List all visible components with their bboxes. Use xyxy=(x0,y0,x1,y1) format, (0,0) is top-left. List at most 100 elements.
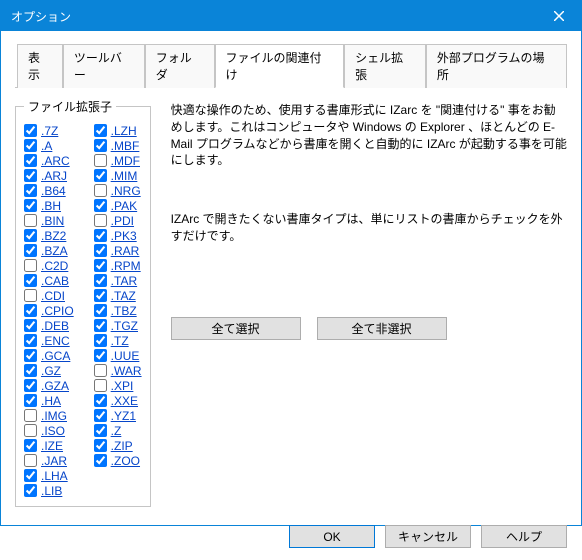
extension-item[interactable]: .LZH xyxy=(94,123,142,138)
extension-checkbox[interactable] xyxy=(24,229,37,242)
extension-checkbox[interactable] xyxy=(24,244,37,257)
extension-item[interactable]: .RAR xyxy=(94,243,142,258)
extension-item[interactable]: .JAR xyxy=(24,453,74,468)
extension-item[interactable]: .7Z xyxy=(24,123,74,138)
extension-checkbox[interactable] xyxy=(94,214,107,227)
extension-checkbox[interactable] xyxy=(94,334,107,347)
extension-checkbox[interactable] xyxy=(94,184,107,197)
close-button[interactable] xyxy=(536,1,581,31)
extension-checkbox[interactable] xyxy=(24,439,37,452)
extension-checkbox[interactable] xyxy=(24,289,37,302)
extension-checkbox[interactable] xyxy=(24,379,37,392)
help-button[interactable]: ヘルプ xyxy=(481,525,567,548)
extension-checkbox[interactable] xyxy=(24,154,37,167)
extension-checkbox[interactable] xyxy=(24,469,37,482)
extension-checkbox[interactable] xyxy=(94,409,107,422)
tab-toolbar[interactable]: ツールバー xyxy=(63,44,145,88)
extension-item[interactable]: .TAR xyxy=(94,273,142,288)
ok-button[interactable]: OK xyxy=(289,525,375,548)
extension-checkbox[interactable] xyxy=(94,229,107,242)
tab-shell-extension[interactable]: シェル拡張 xyxy=(344,44,426,88)
extension-item[interactable]: .GCA xyxy=(24,348,74,363)
extension-checkbox[interactable] xyxy=(24,259,37,272)
extension-checkbox[interactable] xyxy=(24,184,37,197)
extension-checkbox[interactable] xyxy=(24,214,37,227)
extension-item[interactable]: .MIM xyxy=(94,168,142,183)
extension-item[interactable]: .BZ2 xyxy=(24,228,74,243)
extension-checkbox[interactable] xyxy=(94,154,107,167)
extension-checkbox[interactable] xyxy=(94,259,107,272)
extension-item[interactable]: .LHA xyxy=(24,468,74,483)
tab-external-programs[interactable]: 外部プログラムの場所 xyxy=(426,44,567,88)
extension-item[interactable]: .PAK xyxy=(94,198,142,213)
extension-checkbox[interactable] xyxy=(24,364,37,377)
extension-checkbox[interactable] xyxy=(24,304,37,317)
extension-item[interactable]: .NRG xyxy=(94,183,142,198)
extension-item[interactable]: .BZA xyxy=(24,243,74,258)
extension-checkbox[interactable] xyxy=(94,124,107,137)
extension-checkbox[interactable] xyxy=(24,394,37,407)
extension-item[interactable]: .TZ xyxy=(94,333,142,348)
extension-item[interactable]: .MBF xyxy=(94,138,142,153)
tab-file-associations[interactable]: ファイルの関連付け xyxy=(215,44,345,88)
extension-item[interactable]: .TGZ xyxy=(94,318,142,333)
extension-item[interactable]: .ARJ xyxy=(24,168,74,183)
extension-item[interactable]: .IZE xyxy=(24,438,74,453)
extension-item[interactable]: .CAB xyxy=(24,273,74,288)
extension-checkbox[interactable] xyxy=(94,289,107,302)
select-all-button[interactable]: 全て選択 xyxy=(171,317,301,340)
extension-item[interactable]: .PK3 xyxy=(94,228,142,243)
extension-checkbox[interactable] xyxy=(94,304,107,317)
extension-checkbox[interactable] xyxy=(94,424,107,437)
extension-checkbox[interactable] xyxy=(94,439,107,452)
tab-display[interactable]: 表示 xyxy=(17,44,63,88)
deselect-all-button[interactable]: 全て非選択 xyxy=(317,317,447,340)
extension-item[interactable]: .PDI xyxy=(94,213,142,228)
extension-checkbox[interactable] xyxy=(24,424,37,437)
extension-checkbox[interactable] xyxy=(24,139,37,152)
extension-item[interactable]: .IMG xyxy=(24,408,74,423)
extension-item[interactable]: .CDI xyxy=(24,288,74,303)
extension-item[interactable]: .UUE xyxy=(94,348,142,363)
extension-checkbox[interactable] xyxy=(94,454,107,467)
extension-checkbox[interactable] xyxy=(94,319,107,332)
extension-item[interactable]: .GZA xyxy=(24,378,74,393)
extension-item[interactable]: .Z xyxy=(94,423,142,438)
extension-checkbox[interactable] xyxy=(94,139,107,152)
extension-item[interactable]: .ARC xyxy=(24,153,74,168)
extension-checkbox[interactable] xyxy=(94,364,107,377)
extension-item[interactable]: .ZIP xyxy=(94,438,142,453)
extension-checkbox[interactable] xyxy=(94,349,107,362)
extension-checkbox[interactable] xyxy=(94,274,107,287)
extension-item[interactable]: .RPM xyxy=(94,258,142,273)
extension-checkbox[interactable] xyxy=(94,394,107,407)
extension-checkbox[interactable] xyxy=(24,124,37,137)
extension-item[interactable]: .YZ1 xyxy=(94,408,142,423)
extension-item[interactable]: .BIN xyxy=(24,213,74,228)
extension-checkbox[interactable] xyxy=(24,199,37,212)
extension-item[interactable]: .TAZ xyxy=(94,288,142,303)
extension-checkbox[interactable] xyxy=(94,244,107,257)
cancel-button[interactable]: キャンセル xyxy=(385,525,471,548)
extension-item[interactable]: .CPIO xyxy=(24,303,74,318)
extension-item[interactable]: .LIB xyxy=(24,483,74,498)
extension-item[interactable]: .C2D xyxy=(24,258,74,273)
extension-item[interactable]: .WAR xyxy=(94,363,142,378)
extension-item[interactable]: .B64 xyxy=(24,183,74,198)
extension-checkbox[interactable] xyxy=(24,334,37,347)
extension-checkbox[interactable] xyxy=(24,319,37,332)
extension-item[interactable]: .TBZ xyxy=(94,303,142,318)
extension-item[interactable]: .HA xyxy=(24,393,74,408)
extension-checkbox[interactable] xyxy=(24,349,37,362)
extension-item[interactable]: .GZ xyxy=(24,363,74,378)
extension-item[interactable]: .ENC xyxy=(24,333,74,348)
extension-checkbox[interactable] xyxy=(24,274,37,287)
tab-folders[interactable]: フォルダ xyxy=(145,44,215,88)
extension-checkbox[interactable] xyxy=(24,409,37,422)
extension-checkbox[interactable] xyxy=(24,169,37,182)
extension-item[interactable]: .XPI xyxy=(94,378,142,393)
extension-checkbox[interactable] xyxy=(24,454,37,467)
extension-checkbox[interactable] xyxy=(94,379,107,392)
extension-item[interactable]: .XXE xyxy=(94,393,142,408)
extension-item[interactable]: .ZOO xyxy=(94,453,142,468)
